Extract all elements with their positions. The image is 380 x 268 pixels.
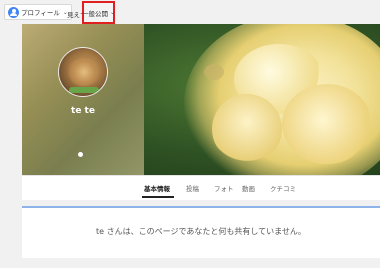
profile-dropdown[interactable]: プロフィール ⌄ bbox=[4, 4, 72, 20]
cover-photo: te te bbox=[22, 24, 380, 175]
tab-videos[interactable]: 動画 bbox=[242, 183, 255, 193]
rose-petal bbox=[212, 94, 282, 164]
profile-dropdown-label: プロフィール bbox=[21, 9, 60, 17]
profile-side-panel: te te bbox=[22, 24, 144, 175]
chevron-down-icon: ⌄ bbox=[109, 9, 116, 16]
leaf-decoration bbox=[69, 87, 99, 93]
profile-name[interactable]: te te bbox=[22, 106, 144, 116]
carousel-dot[interactable] bbox=[78, 152, 83, 157]
tab-photos[interactable]: フォト bbox=[214, 183, 234, 193]
profile-card: te te 基本情報 投稿 フォト 動画 クチコミ bbox=[22, 24, 380, 200]
active-tab-indicator bbox=[142, 196, 174, 198]
tab-posts[interactable]: 投稿 bbox=[186, 183, 199, 193]
empty-state-message: te さんは、このページであなたと何も共有していません。 bbox=[96, 227, 306, 236]
empty-state-card: te さんは、このページであなたと何も共有していません。 bbox=[22, 206, 380, 258]
rose-bud bbox=[204, 64, 224, 80]
top-bar: プロフィール ⌄ 見えす 一般公開 ⌄ bbox=[0, 0, 380, 24]
privacy-dropdown[interactable]: 一般公開 ⌄ bbox=[82, 1, 115, 24]
tab-basic-info[interactable]: 基本情報 bbox=[144, 183, 170, 193]
person-icon bbox=[8, 6, 19, 18]
rose-petal bbox=[282, 84, 372, 164]
avatar[interactable] bbox=[58, 47, 108, 97]
lion-mane bbox=[67, 58, 101, 86]
profile-tabs: 基本情報 投稿 フォト 動画 クチコミ bbox=[22, 175, 380, 200]
tab-reviews[interactable]: クチコミ bbox=[270, 183, 296, 193]
privacy-selected-value: 一般公開 bbox=[81, 9, 108, 18]
